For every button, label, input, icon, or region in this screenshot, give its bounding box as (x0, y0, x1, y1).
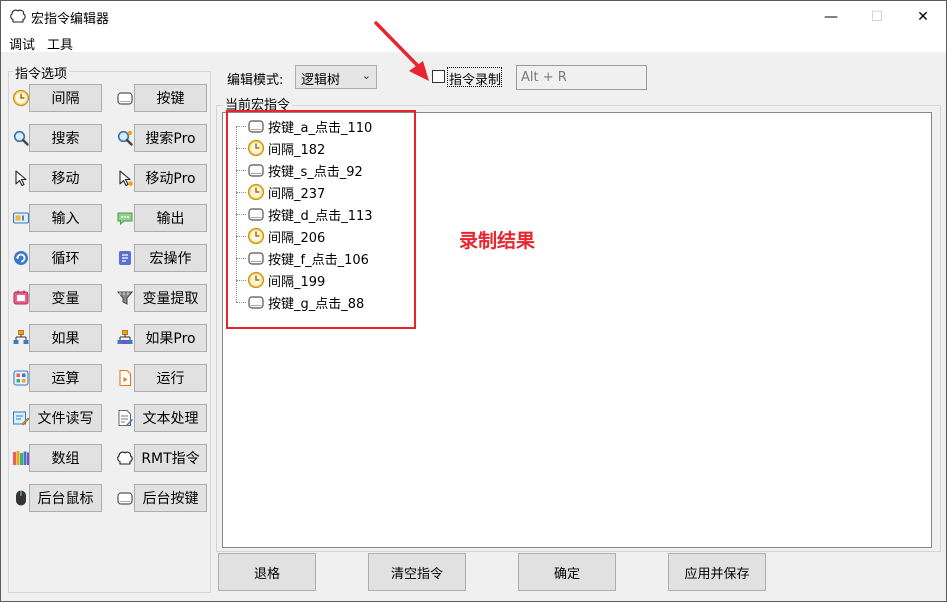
record-hotkey-field[interactable]: Alt + R (516, 65, 647, 90)
run-file-icon (116, 369, 134, 387)
chevron-down-icon: ⌄ (361, 69, 371, 82)
backspace-button[interactable]: 退格 (218, 553, 316, 591)
cursor-icon (12, 169, 30, 187)
clear-commands-button[interactable]: 清空指令 (368, 553, 466, 591)
magnifier-pro-icon (116, 129, 134, 147)
command-button[interactable]: 搜索 (29, 124, 102, 152)
close-button[interactable]: ✕ (900, 1, 946, 32)
clock-icon (12, 89, 30, 107)
command-button[interactable]: 循环 (29, 244, 102, 272)
maximize-button[interactable]: ☐ (854, 1, 900, 32)
command-button[interactable]: 文件读写 (29, 404, 102, 432)
cursor-pro-icon (116, 169, 134, 187)
record-label[interactable]: 指令录制 (449, 69, 501, 88)
command-button[interactable]: 后台鼠标 (29, 484, 102, 512)
rmt-icon (116, 449, 134, 467)
command-button[interactable]: 输出 (134, 204, 207, 232)
variable-icon (12, 289, 30, 307)
command-button[interactable]: 变量提取 (134, 284, 207, 312)
result-highlight-box (226, 110, 416, 329)
command-button[interactable]: 变量 (29, 284, 102, 312)
command-button[interactable]: 文本处理 (134, 404, 207, 432)
magnifier-icon (12, 129, 30, 147)
command-button[interactable]: 运算 (29, 364, 102, 392)
command-options-title: 指令选项 (13, 63, 70, 82)
loop-icon (12, 249, 30, 267)
command-button[interactable]: 搜索Pro (134, 124, 207, 152)
macro-editor-window: 宏指令编辑器 — ☐ ✕ 调试 工具 指令选项 间隔 按键搜索 搜索Pro 移动 移动P… (0, 0, 947, 602)
title-bar: 宏指令编辑器 — ☐ ✕ (1, 1, 946, 32)
command-button[interactable]: 移动 (29, 164, 102, 192)
branch-icon (12, 329, 30, 347)
rmt-logo-icon (9, 7, 27, 25)
key-icon (116, 489, 134, 507)
command-button[interactable]: 输入 (29, 204, 102, 232)
input-icon (12, 209, 30, 227)
edit-mode-label: 编辑模式: (227, 73, 284, 88)
menu-bar: 调试 工具 (1, 32, 946, 53)
menu-debug[interactable]: 调试 (9, 34, 35, 53)
mouse-icon (12, 489, 30, 507)
funnel-icon (116, 289, 134, 307)
confirm-button[interactable]: 确定 (518, 553, 616, 591)
command-button[interactable]: 运行 (134, 364, 207, 392)
command-button[interactable]: 宏操作 (134, 244, 207, 272)
key-icon (116, 89, 134, 107)
books-icon (12, 449, 30, 467)
command-button[interactable]: 间隔 (29, 84, 102, 112)
text-edit-icon (116, 409, 134, 427)
minimize-button[interactable]: — (808, 1, 854, 32)
command-button[interactable]: 如果 (29, 324, 102, 352)
edit-mode-select[interactable]: 逻辑树 ⌄ (295, 65, 377, 89)
calculator-icon (12, 369, 30, 387)
command-button[interactable]: 移动Pro (134, 164, 207, 192)
menu-tools[interactable]: 工具 (47, 34, 73, 53)
chat-bubble-icon (116, 209, 134, 227)
command-button[interactable]: 后台按键 (134, 484, 207, 512)
file-edit-icon (12, 409, 30, 427)
macro-icon (116, 249, 134, 267)
command-button[interactable]: 数组 (29, 444, 102, 472)
red-arrow-icon (374, 21, 429, 81)
apply-save-button[interactable]: 应用并保存 (668, 553, 766, 591)
command-button[interactable]: RMT指令 (134, 444, 207, 472)
window-title: 宏指令编辑器 (31, 12, 110, 27)
command-button[interactable]: 如果Pro (134, 324, 207, 352)
edit-mode-value: 逻辑树 (301, 73, 341, 88)
command-button[interactable]: 按键 (134, 84, 207, 112)
branch-pro-icon (116, 329, 134, 347)
recording-result-annotation: 录制结果 (459, 230, 536, 252)
